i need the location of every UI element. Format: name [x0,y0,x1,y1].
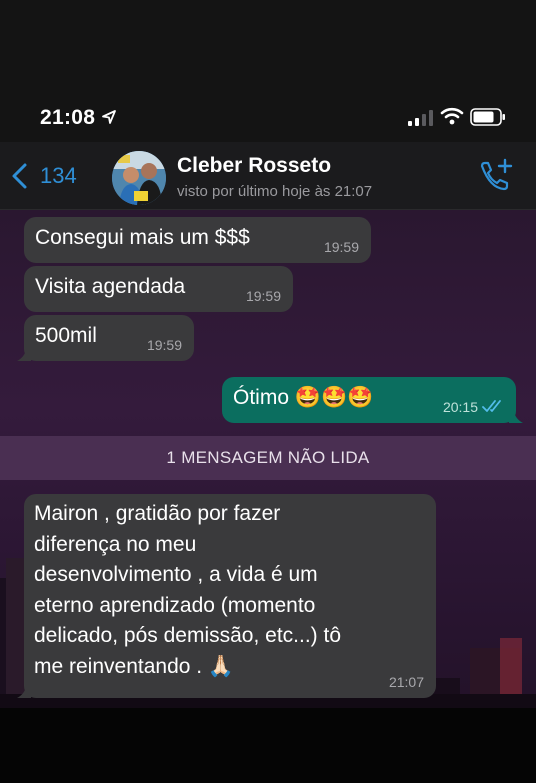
battery-icon [470,108,505,126]
unread-chats-count: 134 [40,163,77,188]
message-time: 19:59 [146,337,182,353]
back-button[interactable]: 134 [10,162,77,190]
message-text: Ótimo 🤩🤩🤩 [233,386,374,409]
read-receipt-ticks-icon [482,400,501,412]
status-time: 21:08 [40,106,96,129]
message-text: Visita agendada [35,275,186,298]
status-bar: 21:08 [0,0,536,142]
message-time: 20:15 [442,399,478,415]
avatar-photo [112,151,166,205]
chevron-left-icon [12,163,27,189]
unread-messages-banner: 1 MENSAGEM NÃO LIDA [0,436,536,480]
message-time: 21:07 [388,674,424,690]
message-time: 19:59 [245,288,281,304]
bubble-tail [509,409,523,423]
message-time: 19:59 [323,239,359,255]
chat-area[interactable]: Consegui mais um $$$ 19:59 Visita agenda… [0,210,536,708]
message-bubble-outgoing[interactable]: Ótimo 🤩🤩🤩 20:15 [222,377,523,423]
location-arrow-icon [102,110,116,124]
wifi-icon [440,107,464,125]
add-call-icon[interactable] [476,158,514,194]
chat-header: 134 Cleber Rosseto visto por último hoje… [0,142,536,210]
message-text: Mairon , gratidão por fazer diferença no… [34,502,341,678]
contact-name[interactable]: Cleber Rosseto [177,154,331,178]
bubble-tail [17,347,31,361]
message-bubble-incoming[interactable]: Consegui mais um $$$ 19:59 [24,217,371,263]
message-text: 500mil [35,324,97,347]
bottom-area [0,708,536,783]
message-bubble-incoming[interactable]: Visita agendada 19:59 [24,266,293,312]
bubble-tail [17,684,31,698]
last-seen-status: visto por último hoje às 21:07 [177,183,373,200]
avatar[interactable] [112,151,166,205]
message-bubble-incoming[interactable]: 500mil 19:59 [17,315,194,361]
cellular-signal-icon [408,110,433,126]
message-bubble-incoming[interactable]: Mairon , gratidão por fazer diferença no… [17,494,436,698]
message-text: Consegui mais um $$$ [35,226,250,249]
